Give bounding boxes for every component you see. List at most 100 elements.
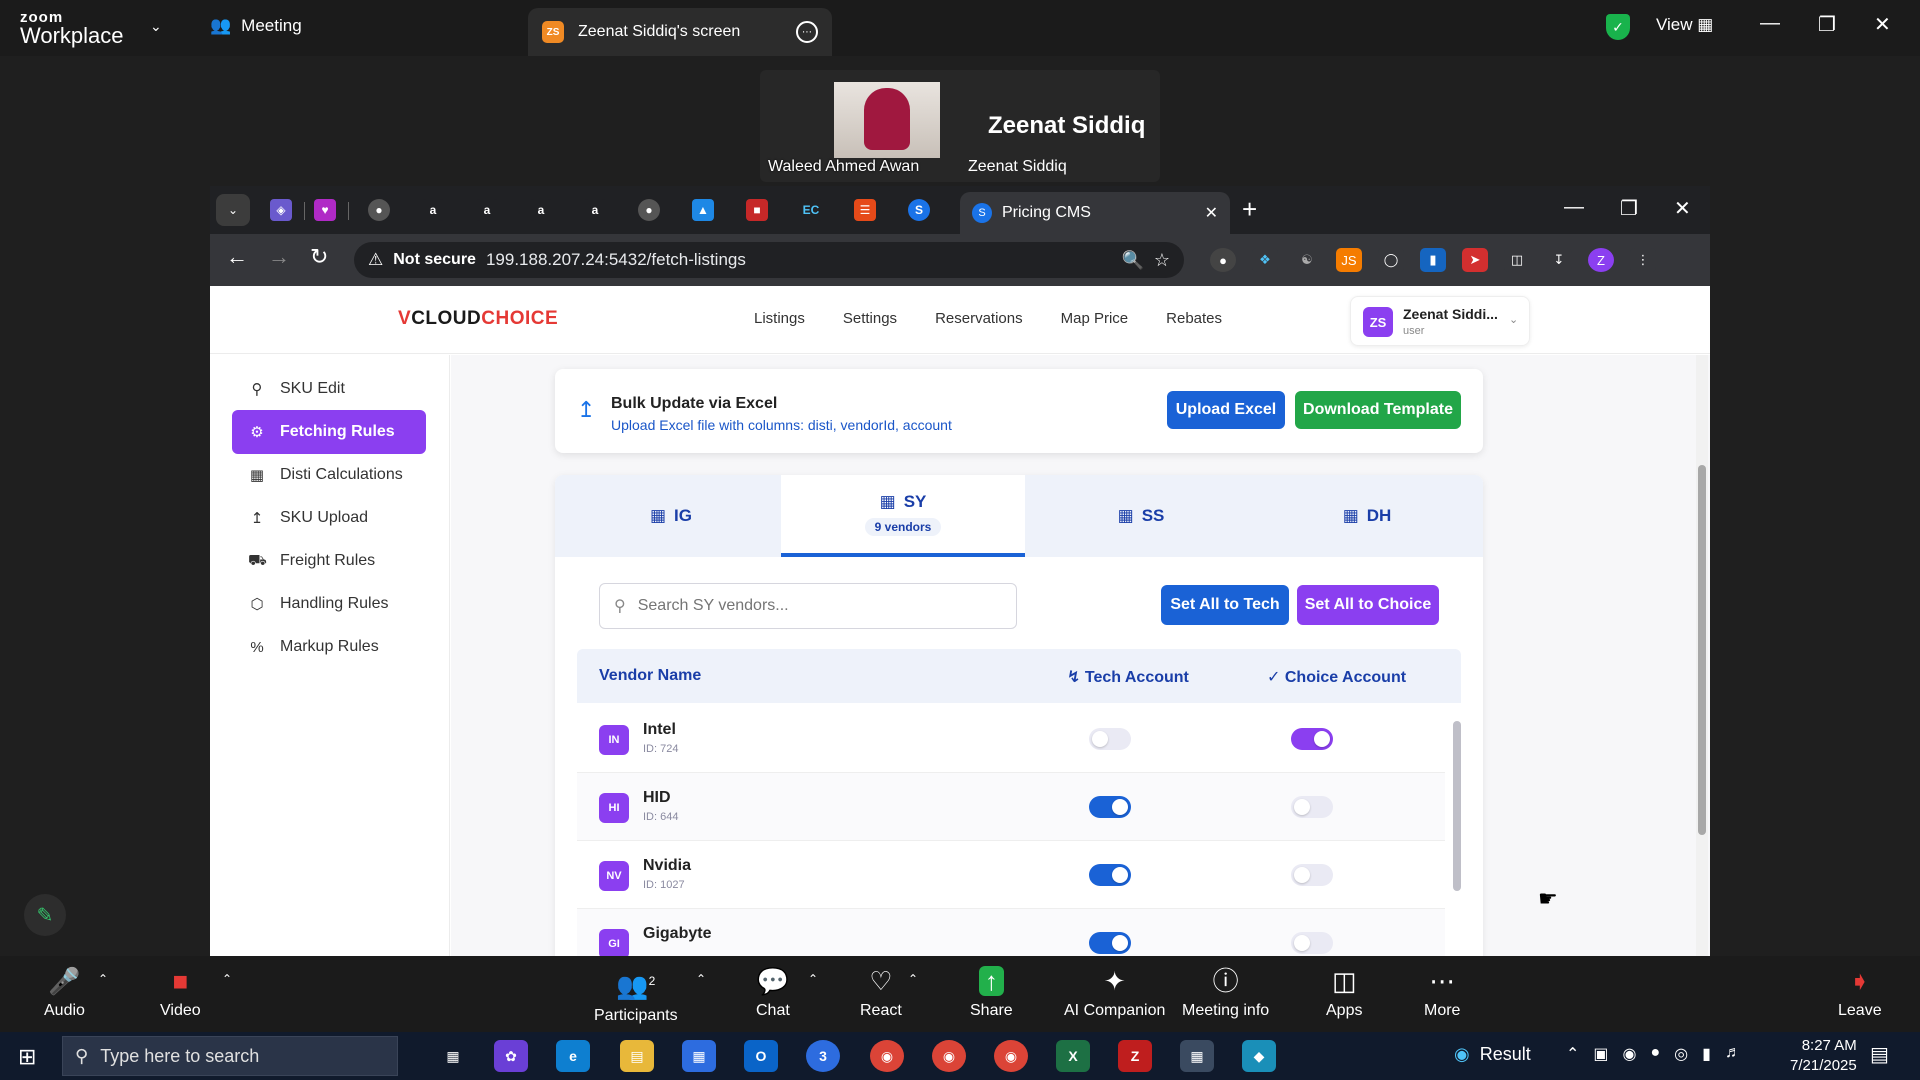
globe-extension-icon[interactable]: ● bbox=[1210, 248, 1236, 272]
sidebar-item-sku-edit[interactable]: ⚲ SKU Edit bbox=[232, 367, 426, 411]
taskbar-search[interactable]: ⚲ Type here to search bbox=[62, 1036, 398, 1076]
tab-ss[interactable]: ▦ SS bbox=[1025, 475, 1257, 557]
back-arrow-icon[interactable]: ← bbox=[226, 244, 248, 270]
restore-icon[interactable]: ❐ bbox=[1818, 12, 1836, 37]
notification-icon[interactable]: ▤ bbox=[1870, 1042, 1889, 1067]
nav-rebates[interactable]: Rebates bbox=[1166, 310, 1222, 327]
user-menu[interactable]: ZS Zeenat Siddi... user ⌄ bbox=[1350, 296, 1530, 346]
audio-button[interactable]: 🎤 Audio bbox=[44, 966, 85, 1020]
profile-avatar[interactable]: Z bbox=[1588, 248, 1614, 272]
reload-icon[interactable]: ↻ bbox=[310, 244, 328, 270]
forward-arrow-icon[interactable]: → bbox=[268, 244, 290, 270]
amazon-icon[interactable]: a bbox=[476, 199, 498, 221]
nav-listings[interactable]: Listings bbox=[754, 310, 805, 327]
extension-icon[interactable]: ➤ bbox=[1462, 248, 1488, 272]
pinned-tab-icon[interactable]: ▲ bbox=[692, 199, 714, 221]
chevron-down-icon[interactable]: ⌄ bbox=[150, 18, 162, 35]
share-button[interactable]: ↑ Share bbox=[970, 966, 1013, 1020]
amazon-icon[interactable]: a bbox=[530, 199, 552, 221]
zoom-lens-icon[interactable]: 🔍 bbox=[1121, 250, 1143, 271]
table-scrollbar[interactable] bbox=[1453, 705, 1461, 905]
chevron-up-icon[interactable]: ⌃ bbox=[696, 972, 706, 986]
participants-button[interactable]: 👥2 Participants bbox=[594, 966, 678, 1025]
amazon-icon[interactable]: a bbox=[584, 199, 606, 221]
battery-icon[interactable]: ▮ bbox=[1702, 1044, 1711, 1064]
extension-icon[interactable]: ❖ bbox=[1252, 248, 1278, 272]
excel-icon[interactable]: X bbox=[1056, 1040, 1090, 1072]
chart-extension-icon[interactable]: ▮ bbox=[1420, 248, 1446, 272]
address-bar[interactable]: ⚠ Not secure 199.188.207.24:5432/fetch-l… bbox=[354, 242, 1184, 278]
globe-icon[interactable]: ● bbox=[368, 199, 390, 221]
nav-reservations[interactable]: Reservations bbox=[935, 310, 1023, 327]
task-view-icon[interactable]: ▦ bbox=[436, 1040, 470, 1072]
chrome-icon[interactable]: ◉ bbox=[932, 1040, 966, 1072]
tab-ig[interactable]: ▦ IG bbox=[555, 475, 787, 557]
extension-icon[interactable]: ◯ bbox=[1378, 248, 1404, 272]
bookmark-star-icon[interactable]: ☆ bbox=[1154, 250, 1170, 271]
pinned-tab-icon[interactable]: ☰ bbox=[854, 199, 876, 221]
more-options-icon[interactable]: ⋯ bbox=[796, 21, 818, 43]
chevron-up-icon[interactable]: ⌃ bbox=[808, 972, 818, 986]
upload-excel-button[interactable]: Upload Excel bbox=[1167, 391, 1285, 429]
app-icon[interactable]: ◆ bbox=[1242, 1040, 1276, 1072]
microphone-icon[interactable]: ● bbox=[1651, 1044, 1661, 1064]
screen-share-tab[interactable]: ZS Zeenat Siddiq's screen ⋯ bbox=[528, 8, 832, 56]
choice-account-toggle[interactable] bbox=[1291, 864, 1333, 886]
chrome-icon[interactable]: ◉ bbox=[994, 1040, 1028, 1072]
close-icon[interactable]: ✕ bbox=[1874, 12, 1891, 37]
file-explorer-icon[interactable]: ▤ bbox=[620, 1040, 654, 1072]
set-all-tech-button[interactable]: Set All to Tech bbox=[1161, 585, 1289, 625]
meeting-tab[interactable]: 👥 Meeting bbox=[210, 16, 302, 36]
react-button[interactable]: ♡ React bbox=[860, 966, 902, 1020]
more-button[interactable]: ⋯ More bbox=[1424, 966, 1460, 1020]
tab-dh[interactable]: ▦ DH bbox=[1251, 475, 1483, 557]
nav-map-price[interactable]: Map Price bbox=[1061, 310, 1129, 327]
weather-widget[interactable]: ◉ Result bbox=[1454, 1044, 1531, 1065]
tech-account-toggle[interactable] bbox=[1089, 932, 1131, 954]
clock[interactable]: 8:27 AM 7/21/2025 bbox=[1790, 1036, 1857, 1076]
chevron-up-icon[interactable]: ⌃ bbox=[1566, 1044, 1579, 1064]
video-button[interactable]: ■ Video bbox=[160, 966, 201, 1020]
minimize-icon[interactable]: — bbox=[1564, 196, 1584, 221]
sidebar-item-sku-upload[interactable]: ↥ SKU Upload bbox=[232, 496, 426, 540]
close-tab-icon[interactable]: ✕ bbox=[1205, 203, 1218, 223]
amazon-icon[interactable]: a bbox=[422, 199, 444, 221]
pinned-tab-icon[interactable]: EC bbox=[800, 199, 822, 221]
download-icon[interactable]: ↧ bbox=[1546, 248, 1572, 272]
outlook-icon[interactable]: O bbox=[744, 1040, 778, 1072]
volume-icon[interactable]: ♬ bbox=[1725, 1044, 1741, 1064]
scrollbar-thumb[interactable] bbox=[1698, 465, 1706, 835]
display-icon[interactable]: ▣ bbox=[1593, 1044, 1608, 1064]
set-all-choice-button[interactable]: Set All to Choice bbox=[1297, 585, 1439, 625]
store-icon[interactable]: ▦ bbox=[682, 1040, 716, 1072]
sidebar-item-freight-rules[interactable]: ⛟ Freight Rules bbox=[232, 539, 426, 583]
vendor-search-input[interactable] bbox=[637, 597, 978, 615]
extension-icon[interactable]: ☯ bbox=[1294, 248, 1320, 272]
ai-companion-button[interactable]: ✦ AI Companion bbox=[1064, 966, 1165, 1020]
page-scrollbar[interactable] bbox=[1696, 355, 1708, 956]
new-tab-icon[interactable]: + bbox=[1242, 194, 1257, 225]
url-text[interactable]: 199.188.207.24:5432/fetch-listings bbox=[486, 250, 746, 270]
extension-tab-icon[interactable]: ◈ bbox=[270, 199, 292, 221]
chat-button[interactable]: 💬 Chat bbox=[756, 966, 790, 1020]
copilot-icon[interactable]: ✿ bbox=[494, 1040, 528, 1072]
edge-icon[interactable]: e bbox=[556, 1040, 590, 1072]
shield-check-icon[interactable]: ✓ bbox=[1606, 14, 1630, 40]
scrollbar-thumb[interactable] bbox=[1453, 721, 1461, 891]
sidebar-item-handling-rules[interactable]: ⬡ Handling Rules bbox=[232, 582, 426, 626]
choice-account-toggle[interactable] bbox=[1291, 932, 1333, 954]
restore-icon[interactable]: ❐ bbox=[1620, 196, 1638, 221]
chevron-up-icon[interactable]: ⌃ bbox=[222, 972, 232, 986]
participant-video[interactable] bbox=[834, 82, 940, 158]
tech-account-toggle[interactable] bbox=[1089, 728, 1131, 750]
tab-search-icon[interactable]: ⌄ bbox=[216, 194, 250, 226]
meeting-info-button[interactable]: ⓘ Meeting info bbox=[1182, 966, 1269, 1020]
view-button[interactable]: View ▦ bbox=[1656, 15, 1713, 35]
annotate-pen-icon[interactable]: ✎ bbox=[24, 894, 66, 936]
sidebar-item-markup-rules[interactable]: % Markup Rules bbox=[232, 625, 426, 669]
minimize-icon[interactable]: — bbox=[1760, 12, 1780, 37]
tab-sy[interactable]: ▦ SY 9 vendors bbox=[781, 475, 1025, 557]
chevron-up-icon[interactable]: ⌃ bbox=[908, 972, 918, 986]
chrome-icon[interactable]: ◉ bbox=[870, 1040, 904, 1072]
kebab-menu-icon[interactable]: ⋮ bbox=[1630, 248, 1656, 272]
